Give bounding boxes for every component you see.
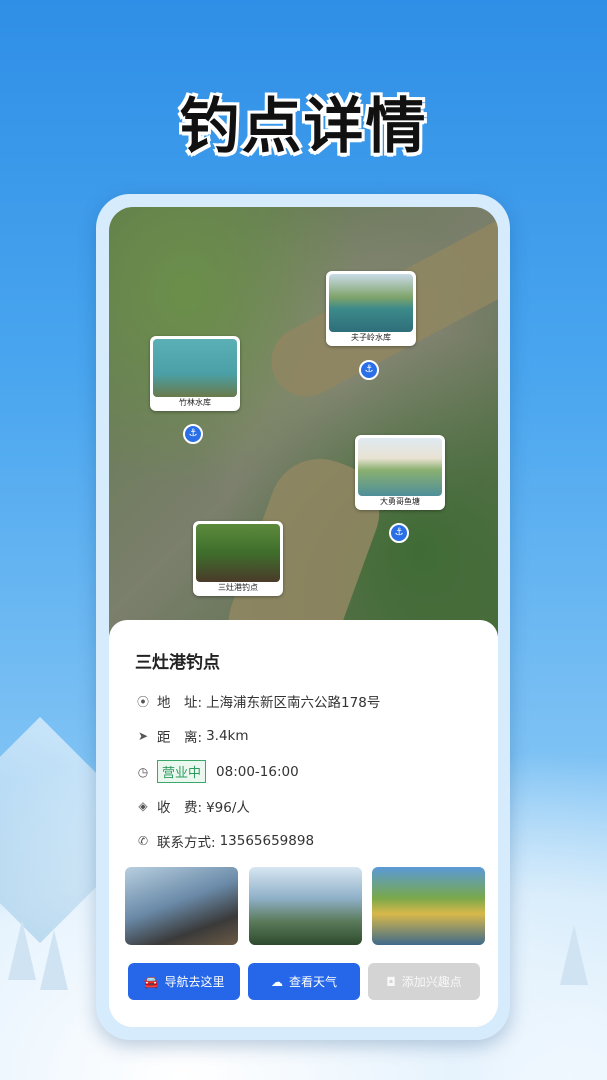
contact-row: ✆ 联系方式: 13565659898 xyxy=(135,831,314,851)
pin-label: 三灶港钓点 xyxy=(218,583,258,592)
hours-value: 08:00-16:00 xyxy=(216,763,299,780)
spot-thumbnail xyxy=(153,339,237,397)
map-pin-card[interactable]: 三灶港钓点 xyxy=(193,521,283,596)
gallery-photo[interactable] xyxy=(372,867,485,945)
navigation-arrow-icon: ➤ xyxy=(137,729,149,743)
map-pin-card[interactable]: 夫子岭水库 xyxy=(326,271,416,346)
address-row: ⦿ 地 址: 上海浦东新区南六公路178号 xyxy=(135,691,381,712)
clock-icon: ◷ xyxy=(137,764,149,779)
distance-row: ➤ 距 离: 3.4km xyxy=(135,726,249,746)
fishing-spot-pin-icon[interactable]: ⚓ xyxy=(183,424,203,444)
add-poi-button[interactable]: ◘ 添加兴趣点 xyxy=(368,963,480,1000)
add-poi-button-label: 添加兴趣点 xyxy=(401,975,462,989)
tag-icon: ◈ xyxy=(138,799,148,813)
status-badge: 营业中 xyxy=(157,760,207,783)
address-label: 地 址: xyxy=(157,695,203,711)
gallery-photo[interactable] xyxy=(248,867,362,945)
weather-button-label: 查看天气 xyxy=(288,975,337,989)
cloud-icon: ☁ xyxy=(270,974,283,989)
tree-decoration xyxy=(40,930,68,990)
pin-label: 夫子岭水库 xyxy=(351,333,391,342)
gallery-photo[interactable] xyxy=(125,867,238,945)
fee-label: 收 费: xyxy=(157,800,203,816)
car-icon: 🚘 xyxy=(143,974,159,989)
distance-value: 3.4km xyxy=(206,728,249,744)
hours-row: ◷ 营业中 08:00-16:00 xyxy=(135,760,299,783)
address-value: 上海浦东新区南六公路178号 xyxy=(206,695,381,711)
fishing-spot-pin-icon[interactable]: ⚓ xyxy=(389,523,409,543)
app-screen: 夫子岭水库 ⚓ 竹林水库 ⚓ 大勇哥鱼塘 ⚓ 三灶港钓点 三灶港钓点 ⦿ 地 址… xyxy=(109,207,498,1027)
camera-icon: ◘ xyxy=(386,974,396,989)
satellite-map[interactable]: 夫子岭水库 ⚓ 竹林水库 ⚓ 大勇哥鱼塘 ⚓ 三灶港钓点 xyxy=(109,207,498,690)
contact-value[interactable]: 13565659898 xyxy=(220,833,314,849)
map-pin-card[interactable]: 大勇哥鱼塘 xyxy=(355,435,445,510)
navigate-button-label: 导航去这里 xyxy=(164,975,225,989)
spot-thumbnail xyxy=(196,524,280,582)
pin-label: 竹林水库 xyxy=(179,398,211,407)
tree-decoration xyxy=(8,920,36,980)
photo-gallery xyxy=(125,867,485,945)
navigate-button[interactable]: 🚘 导航去这里 xyxy=(128,963,240,1000)
distance-label: 距 离: xyxy=(157,730,203,746)
weather-button[interactable]: ☁ 查看天气 xyxy=(248,963,360,1000)
fee-value: ¥96/人 xyxy=(206,800,250,816)
spot-thumbnail xyxy=(358,438,442,496)
spot-info-panel: 三灶港钓点 ⦿ 地 址: 上海浦东新区南六公路178号 ➤ 距 离: 3.4km… xyxy=(109,620,498,1027)
spot-thumbnail xyxy=(329,274,413,332)
page-headline: 钓点详情 xyxy=(179,92,428,162)
pin-label: 大勇哥鱼塘 xyxy=(380,497,420,506)
fishing-spot-pin-icon[interactable]: ⚓ xyxy=(359,360,379,380)
spot-title: 三灶港钓点 xyxy=(135,653,220,673)
location-icon: ⦿ xyxy=(136,694,149,709)
contact-label: 联系方式: xyxy=(157,835,216,851)
action-buttons: 🚘 导航去这里 ☁ 查看天气 ◘ 添加兴趣点 xyxy=(128,963,480,1000)
map-pin-card[interactable]: 竹林水库 xyxy=(150,336,240,411)
tree-decoration xyxy=(560,925,588,985)
phone-icon: ✆ xyxy=(137,834,149,848)
fee-row: ◈ 收 费: ¥96/人 xyxy=(135,796,250,816)
